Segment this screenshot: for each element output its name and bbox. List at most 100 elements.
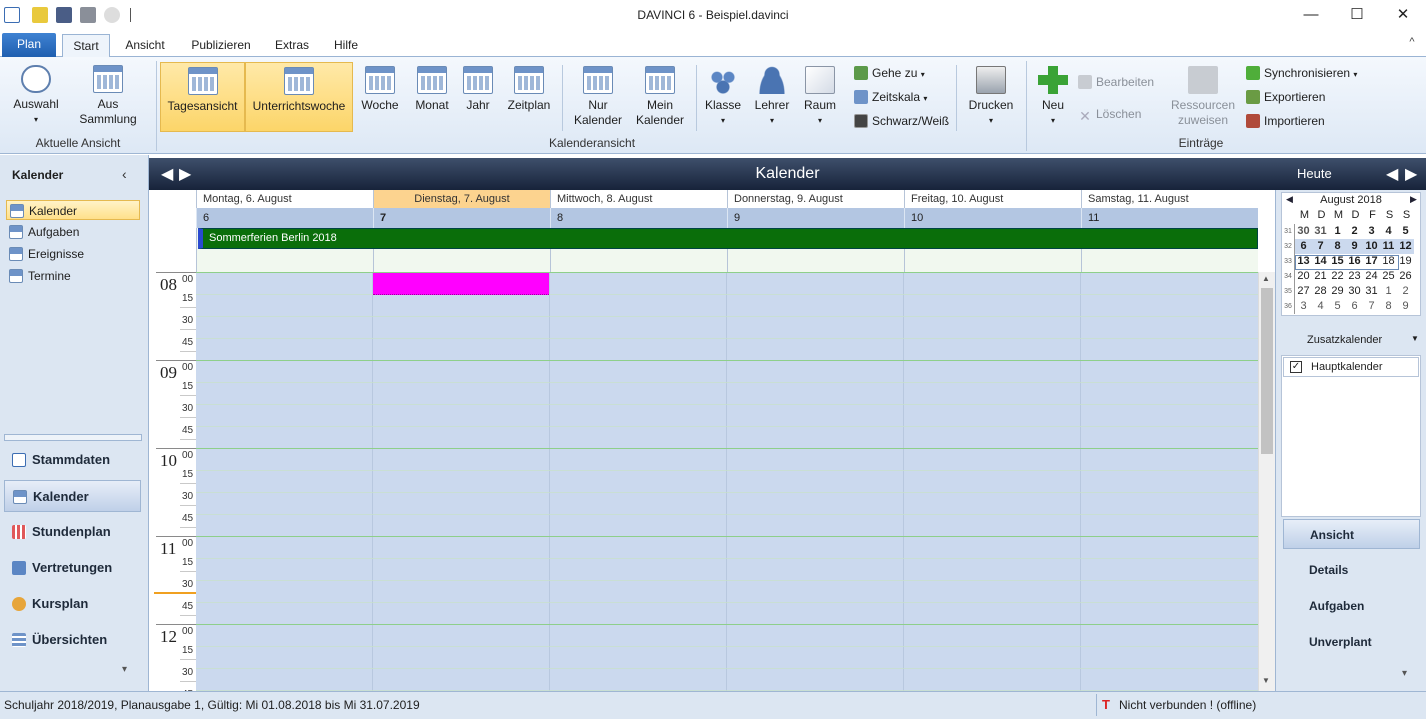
scroll-up-icon[interactable]: ▲ xyxy=(1262,274,1270,283)
pane-button-details[interactable]: Details xyxy=(1283,555,1420,585)
pane-button-unverplant[interactable]: Unverplant xyxy=(1283,627,1420,657)
appointment-event[interactable] xyxy=(373,273,549,295)
allday-event[interactable]: Sommerferien Berlin 2018 xyxy=(198,228,1258,249)
nur-kalender-button[interactable]: Nur Kalender xyxy=(568,66,628,128)
day-header-0[interactable]: Montag, 6. August xyxy=(196,190,373,208)
mini-calendar-day[interactable]: 27 xyxy=(1295,284,1312,299)
mini-calendar-day[interactable]: 22 xyxy=(1329,269,1346,284)
mein-kalender-button[interactable]: Mein Kalender xyxy=(630,66,690,128)
exportieren-button[interactable]: Exportieren xyxy=(1246,87,1366,107)
tab-publizieren[interactable]: Publizieren xyxy=(184,36,258,57)
sidebar-item-aufgaben[interactable]: Aufgaben xyxy=(6,222,140,242)
nav-uebersichten[interactable]: Übersichten xyxy=(4,624,141,656)
right-pane-more-button[interactable]: ▾ xyxy=(1402,668,1407,679)
bearbeiten-button[interactable]: Bearbeiten xyxy=(1078,72,1154,92)
mini-calendar-day[interactable]: 1 xyxy=(1380,284,1397,299)
tab-extras[interactable]: Extras xyxy=(268,36,316,57)
plan-menu-button[interactable]: Plan xyxy=(2,33,56,57)
mini-calendar-day[interactable]: 10 xyxy=(1363,239,1380,254)
klasse-button[interactable]: Klasse ▾ xyxy=(700,66,746,128)
pane-splitter[interactable] xyxy=(4,434,142,441)
mini-calendar-day[interactable]: 2 xyxy=(1346,224,1363,239)
mini-calendar-day[interactable]: 1 xyxy=(1329,224,1346,239)
scroll-thumb[interactable] xyxy=(1261,288,1273,454)
mini-calendar-day[interactable]: 26 xyxy=(1397,269,1414,284)
nav-kalender[interactable]: Kalender xyxy=(4,480,141,512)
mini-calendar-day[interactable]: 6 xyxy=(1295,239,1312,254)
mini-calendar-day[interactable]: 3 xyxy=(1295,299,1312,314)
ressourcen-zuweisen-button[interactable]: Ressourcen zuweisen xyxy=(1168,66,1238,128)
day-header-5[interactable]: Samstag, 11. August xyxy=(1081,190,1258,208)
auswahl-button[interactable]: Auswahl ▾ xyxy=(6,65,66,127)
tagesansicht-button[interactable]: Tagesansicht xyxy=(160,62,245,132)
mini-calendar-day[interactable]: 30 xyxy=(1346,284,1363,299)
day-header-2[interactable]: Mittwoch, 8. August xyxy=(550,190,727,208)
nav-stundenplan[interactable]: Stundenplan xyxy=(4,516,141,548)
mini-calendar-day[interactable]: 6 xyxy=(1346,299,1363,314)
nav-kursplan[interactable]: Kursplan xyxy=(4,588,141,620)
jahr-button[interactable]: Jahr xyxy=(460,66,496,113)
pane-button-aufgaben[interactable]: Aufgaben xyxy=(1283,591,1420,621)
prev-period-icon[interactable]: ◀ xyxy=(1386,164,1398,184)
woche-button[interactable]: Woche xyxy=(358,66,402,113)
synchronisieren-button[interactable]: Synchronisieren ▾ xyxy=(1246,63,1366,83)
zeitplan-button[interactable]: Zeitplan xyxy=(502,66,556,113)
mini-calendar-day[interactable]: 5 xyxy=(1397,224,1414,239)
collapse-ribbon-button[interactable]: ^ xyxy=(1404,36,1420,48)
neu-button[interactable]: Neu ▾ xyxy=(1032,66,1074,128)
mini-calendar-day[interactable]: 3 xyxy=(1363,224,1380,239)
sidebar-item-termine[interactable]: Termine xyxy=(6,266,140,286)
mini-calendar-day[interactable]: 24 xyxy=(1363,269,1380,284)
day-header-3[interactable]: Donnerstag, 9. August xyxy=(727,190,904,208)
aus-sammlung-button[interactable]: Aus Sammlung xyxy=(70,65,146,127)
drucken-button[interactable]: Drucken ▾ xyxy=(962,66,1020,128)
scroll-down-icon[interactable]: ▼ xyxy=(1262,676,1270,685)
mini-calendar-day[interactable]: 11 xyxy=(1380,239,1397,254)
gehe-zu-button[interactable]: Gehe zu ▾ xyxy=(854,63,954,83)
mini-calendar-day[interactable]: 8 xyxy=(1380,299,1397,314)
schwarz-weiss-button[interactable]: Schwarz/Weiß xyxy=(854,111,954,131)
mini-calendar-day[interactable]: 30 xyxy=(1295,224,1312,239)
zusatzkalender-header[interactable]: Zusatzkalender ▼ xyxy=(1281,326,1421,354)
tab-ansicht[interactable]: Ansicht xyxy=(116,36,174,57)
tab-start[interactable]: Start xyxy=(62,34,110,58)
mini-calendar-day[interactable]: 9 xyxy=(1397,299,1414,314)
mini-calendar-day[interactable]: 20 xyxy=(1295,269,1312,284)
minimize-button[interactable]: — xyxy=(1288,0,1334,32)
next-period-icon[interactable]: ▶ xyxy=(1405,164,1417,184)
nav-vertretungen[interactable]: Vertretungen xyxy=(4,552,141,584)
hauptkalender-item[interactable]: ✓ Hauptkalender xyxy=(1283,357,1419,377)
vertical-scrollbar[interactable]: ▲ ▼ xyxy=(1258,272,1275,692)
unterrichtswoche-button[interactable]: Unterrichtswoche xyxy=(245,62,353,132)
sidebar-item-ereignisse[interactable]: Ereignisse xyxy=(6,244,140,264)
checkbox-checked-icon[interactable]: ✓ xyxy=(1290,361,1302,373)
zeitskala-button[interactable]: Zeitskala ▾ xyxy=(854,87,954,107)
loeschen-button[interactable]: ✕ Löschen xyxy=(1078,104,1141,124)
maximize-button[interactable]: ☐ xyxy=(1334,0,1380,32)
mini-calendar-day[interactable]: 19 xyxy=(1397,254,1414,269)
mini-calendar-day[interactable]: 29 xyxy=(1329,284,1346,299)
close-button[interactable]: ✕ xyxy=(1380,0,1426,32)
mini-calendar-day[interactable]: 28 xyxy=(1312,284,1329,299)
today-button[interactable]: Heute xyxy=(1297,166,1332,181)
collapse-pane-button[interactable]: ‹ xyxy=(122,166,127,182)
nav-stammdaten[interactable]: Stammdaten xyxy=(4,444,141,476)
mini-calendar-day[interactable]: 7 xyxy=(1312,239,1329,254)
mini-calendar-day[interactable]: 5 xyxy=(1329,299,1346,314)
mini-calendar-day[interactable]: 12 xyxy=(1397,239,1414,254)
mini-calendar-day[interactable]: 8 xyxy=(1329,239,1346,254)
calendar-grid[interactable] xyxy=(196,272,1258,692)
day-header-4[interactable]: Freitag, 10. August xyxy=(904,190,1081,208)
mini-calendar-day[interactable]: 25 xyxy=(1380,269,1397,284)
mini-calendar-day[interactable]: 23 xyxy=(1346,269,1363,284)
nav-more-button[interactable]: ▾ xyxy=(122,664,127,675)
mini-calendar-day[interactable]: 4 xyxy=(1312,299,1329,314)
importieren-button[interactable]: Importieren xyxy=(1246,111,1366,131)
mini-calendar-day[interactable]: 31 xyxy=(1363,284,1380,299)
mini-calendar-day[interactable]: 21 xyxy=(1312,269,1329,284)
mini-calendar-day[interactable]: 2 xyxy=(1397,284,1414,299)
mini-calendar-day[interactable]: 31 xyxy=(1312,224,1329,239)
monat-button[interactable]: Monat xyxy=(410,66,454,113)
pane-button-ansicht[interactable]: Ansicht xyxy=(1283,519,1420,549)
mini-next-icon[interactable]: ▶ xyxy=(1410,194,1417,205)
